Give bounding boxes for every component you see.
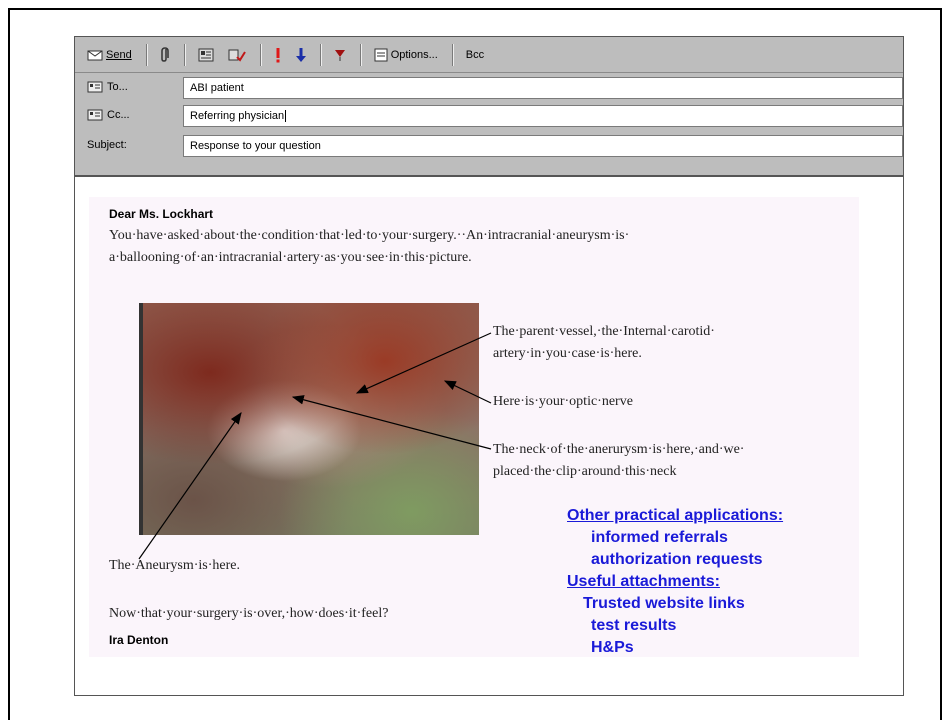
overlay-heading-applications: Other practical applications: <box>567 507 784 524</box>
overlay-item: authorization requests <box>591 551 763 568</box>
closing-question: Now·that·your·surgery·is·over,·how·does·… <box>109 606 389 621</box>
overlay-heading-attachments: Useful attachments: <box>567 573 720 590</box>
annotation-parent-vessel: The·parent·vessel,·the·Internal·carotid·… <box>493 324 715 361</box>
overlay-item: informed referrals <box>591 529 728 546</box>
arrow-aneurysm-neck <box>291 395 492 450</box>
overlay-item: test results <box>591 617 677 634</box>
arrow-optic-nerve <box>443 380 492 404</box>
signature: Ira Denton <box>109 633 169 647</box>
overlay-item: H&Ps <box>591 639 634 656</box>
annotation-arrows <box>138 332 492 560</box>
overlay-item: Trusted website links <box>583 595 745 612</box>
arrow-aneurysm <box>138 412 242 560</box>
annotation-aneurysm: The·Aneurysm·is·here. <box>109 558 241 573</box>
arrow-parent-vessel <box>355 332 492 394</box>
annotation-optic-nerve: Here·is·your·optic·nerve <box>493 394 633 409</box>
annotation-aneurysm-neck: The·neck·of·the·anerurysm·is·here,·and·w… <box>493 442 745 479</box>
email-compose-window: Send Options... Bcc To... ABI patient Cc… <box>74 36 904 696</box>
